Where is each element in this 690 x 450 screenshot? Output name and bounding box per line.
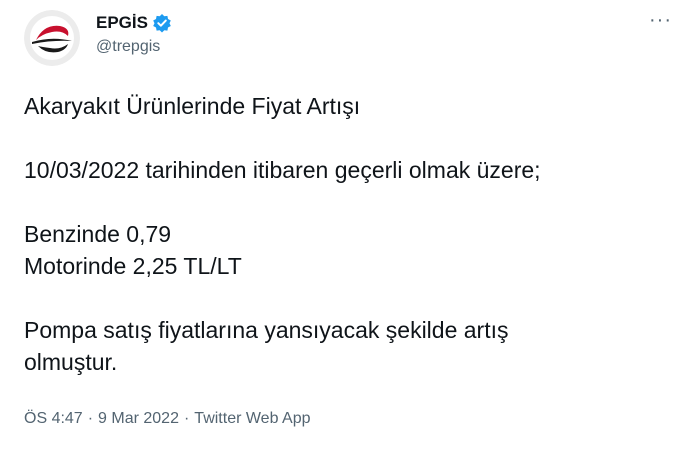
tweet-card: EPGİS @trepgis ··· Akaryakıt Ürünlerinde… — [0, 0, 690, 450]
tweet-time[interactable]: ÖS 4:47 — [24, 410, 83, 427]
tweet-meta: ÖS 4:47 · 9 Mar 2022 · Twitter Web App — [24, 410, 311, 428]
tweet-line-note: Pompa satış fiyatlarına yansıyacak şekil… — [24, 317, 509, 343]
meta-separator: · — [87, 410, 94, 427]
author-handle[interactable]: @trepgis — [96, 38, 172, 56]
meta-separator: · — [183, 410, 190, 427]
author-name[interactable]: EPGİS — [96, 13, 148, 33]
tweet-text: Akaryakıt Ürünlerinde Fiyat Artışı 10/03… — [24, 90, 664, 378]
tweet-line-date: 10/03/2022 tarihinden itibaren geçerli o… — [24, 157, 541, 183]
more-options-icon[interactable]: ··· — [649, 10, 672, 30]
tweet-line-diesel: Motorinde 2,25 TL/LT — [24, 253, 242, 279]
epgis-logo-icon — [24, 10, 80, 66]
tweet-date[interactable]: 9 Mar 2022 — [98, 410, 179, 427]
tweet-line-title: Akaryakıt Ürünlerinde Fiyat Artışı — [24, 93, 361, 119]
author-block: EPGİS @trepgis — [96, 12, 172, 56]
verified-badge-icon — [152, 13, 172, 33]
tweet-line-note-end: olmuştur. — [24, 349, 118, 375]
tweet-line-gasoline: Benzinde 0,79 — [24, 221, 172, 247]
tweet-source[interactable]: Twitter Web App — [194, 410, 310, 427]
avatar[interactable] — [24, 10, 80, 66]
